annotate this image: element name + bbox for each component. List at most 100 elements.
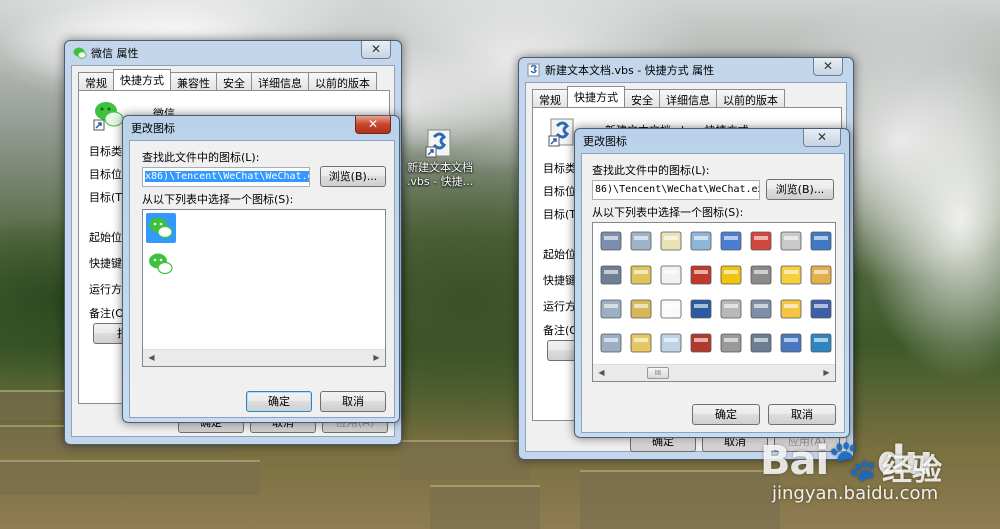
wechat-shortcut-icon: [93, 99, 125, 131]
close-button[interactable]: ✕: [355, 116, 391, 134]
horizontal-scrollbar[interactable]: ◀ ▶: [143, 349, 385, 366]
field-hotkey: 快捷键: [543, 274, 576, 287]
field-target: 目标(T): [89, 191, 127, 204]
baidu-jingyan-watermark: Bai🐾du 经验 jingyan.baidu.com: [760, 425, 1000, 529]
vbs-small-icon: [527, 63, 541, 77]
icon-list[interactable]: ◀ ▶: [142, 209, 386, 367]
desktop-shortcut-label-2: .vbs - 快捷...: [406, 175, 474, 188]
wechat-icon-option-2[interactable]: [146, 249, 176, 279]
select-icon-label: 从以下列表中选择一个图标(S):: [592, 206, 744, 219]
titlebar[interactable]: 新建文本文档.vbs - 快捷方式 属性 ✕: [519, 58, 853, 80]
cd-drive-icon[interactable]: [717, 295, 747, 325]
text-document-icon[interactable]: [657, 261, 687, 291]
scroll-left-icon[interactable]: ◀: [593, 365, 610, 381]
field-target-location: 目标位: [543, 185, 576, 198]
horizontal-scrollbar[interactable]: ◀ III ▶: [593, 364, 835, 381]
tab-shortcut[interactable]: 快捷方式: [567, 86, 625, 107]
blank-document-icon[interactable]: [657, 295, 687, 325]
close-button[interactable]: ✕: [361, 41, 391, 59]
folder-lock-icon[interactable]: [627, 295, 657, 325]
tab-previous-versions[interactable]: 以前的版本: [716, 89, 785, 107]
select-icon-label: 从以下列表中选择一个图标(S):: [142, 193, 294, 206]
dialog-title: 更改图标: [131, 122, 175, 135]
field-target: 目标(T: [543, 208, 577, 221]
tab-general[interactable]: 常规: [532, 89, 568, 107]
vbs-script-icon: [424, 127, 456, 159]
tab-security[interactable]: 安全: [624, 89, 660, 107]
scroll-right-icon[interactable]: ▶: [818, 365, 835, 381]
close-button[interactable]: ✕: [803, 129, 841, 147]
window-title: 微信 属性: [91, 47, 139, 60]
scroll-thumb[interactable]: III: [647, 367, 669, 379]
warning-icon[interactable]: [717, 261, 747, 291]
find-icons-label: 查找此文件中的图标(L):: [592, 164, 710, 177]
magnifier-doc-icon[interactable]: [657, 329, 687, 359]
recycle-bin-icon[interactable]: [627, 227, 657, 257]
icon-list[interactable]: ◀ III ▶: [592, 222, 836, 382]
titlebar[interactable]: 微信 属性 ✕: [65, 41, 401, 63]
field-comment: 备注(O: [543, 324, 578, 337]
folder-document-icon[interactable]: [627, 261, 657, 291]
ok-button[interactable]: 确定: [246, 391, 312, 412]
field-start-in: 起始位: [543, 248, 576, 261]
font-italic-a-icon[interactable]: [687, 329, 717, 359]
scroll-right-icon[interactable]: ▶: [368, 350, 385, 366]
window-title: 新建文本文档.vbs - 快捷方式 属性: [545, 64, 715, 77]
desktop-shortcut-vbs[interactable]: 新建文本文档 .vbs - 快捷...: [405, 127, 475, 189]
printer-icon[interactable]: [747, 261, 777, 291]
recycle-bin-icon[interactable]: [597, 329, 627, 359]
monitor-window-icon[interactable]: [717, 227, 747, 257]
dialog-client-area: 查找此文件中的图标(L): x86)\Tencent\WeChat\WeChat…: [129, 140, 395, 418]
right-change-icon-dialog: 更改图标 ✕ 查找此文件中的图标(L): 86)\Tencent\WeChat\…: [574, 128, 850, 438]
tab-compatibility[interactable]: 兼容性: [170, 72, 217, 90]
printer-icon[interactable]: [597, 227, 627, 257]
icon-file-path-input[interactable]: x86)\Tencent\WeChat\WeChat.exe: [142, 167, 310, 187]
calendar-grid-icon[interactable]: [807, 295, 835, 325]
network-computer-icon[interactable]: [807, 227, 835, 257]
browse-button[interactable]: 浏览(B)...: [320, 166, 386, 187]
field-target-type: 目标类: [543, 162, 576, 175]
drive-icon[interactable]: [717, 329, 747, 359]
dialog-title: 更改图标: [583, 135, 627, 148]
folder-open-icon[interactable]: [627, 329, 657, 359]
titlebar[interactable]: 更改图标 ✕: [575, 129, 849, 151]
paint-icon[interactable]: [747, 227, 777, 257]
dialog-client-area: 查找此文件中的图标(L): 86)\Tencent\WeChat\WeChat.…: [581, 153, 845, 433]
field-run: 运行方: [543, 300, 576, 313]
tab-shortcut[interactable]: 快捷方式: [113, 69, 171, 90]
icon-file-path-input[interactable]: 86)\Tencent\WeChat\WeChat.exe": [592, 180, 760, 200]
find-icons-label: 查找此文件中的图标(L):: [142, 151, 260, 164]
titlebar[interactable]: 更改图标 ✕: [123, 116, 399, 138]
font-a-icon[interactable]: [687, 261, 717, 291]
cancel-button[interactable]: 取消: [320, 391, 386, 412]
desktop-shortcut-label-1: 新建文本文档: [407, 161, 473, 174]
printer-network-icon[interactable]: [747, 329, 777, 359]
tab-security[interactable]: 安全: [216, 72, 252, 90]
wechat-icon-option-1[interactable]: [146, 213, 176, 243]
lightbulb-icon[interactable]: [777, 261, 807, 291]
image-frame-icon[interactable]: [807, 261, 835, 291]
computer-arrow-icon[interactable]: [777, 329, 807, 359]
network-printer-icon[interactable]: [597, 261, 627, 291]
tab-details[interactable]: 详细信息: [251, 72, 309, 90]
globe-icon[interactable]: [807, 329, 835, 359]
checklist-icon[interactable]: [777, 227, 807, 257]
document-arrow-icon[interactable]: [657, 227, 687, 257]
close-button[interactable]: ✕: [813, 58, 843, 76]
ok-button[interactable]: 确定: [692, 404, 760, 425]
recycle-bin-full-icon[interactable]: [597, 295, 627, 325]
star-folder-icon[interactable]: [777, 295, 807, 325]
left-change-icon-dialog: 更改图标 ✕ 查找此文件中的图标(L): x86)\Tencent\WeChat…: [122, 115, 400, 423]
scroll-left-icon[interactable]: ◀: [143, 350, 160, 366]
printer-check-icon[interactable]: [747, 295, 777, 325]
font-t-icon[interactable]: [687, 295, 717, 325]
browse-button[interactable]: 浏览(B)...: [766, 179, 834, 200]
tab-previous-versions[interactable]: 以前的版本: [308, 72, 377, 90]
magnifier-icon[interactable]: [687, 227, 717, 257]
watermark-url: jingyan.baidu.com: [772, 483, 939, 504]
cancel-button[interactable]: 取消: [768, 404, 836, 425]
field-hotkey: 快捷键(: [89, 257, 127, 270]
tab-details[interactable]: 详细信息: [659, 89, 717, 107]
wechat-small-icon: [73, 46, 87, 60]
tab-general[interactable]: 常规: [78, 72, 114, 90]
